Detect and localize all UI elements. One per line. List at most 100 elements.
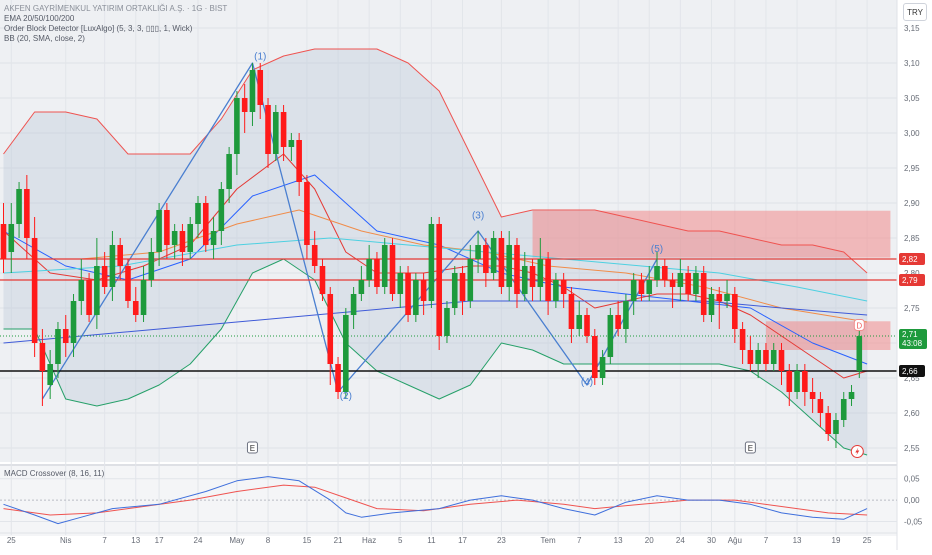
candle-body [8,224,15,252]
candle-body [210,231,217,245]
candle-body [732,294,738,329]
time-tick-label: Nis [60,536,72,545]
candle-body [537,259,544,287]
candle-body [47,364,53,385]
candle-body [623,301,629,329]
candle [428,217,435,308]
price-tick-label: 2,55 [904,444,920,453]
indicator-bb[interactable]: BB (20, SMA, close, 2) [4,34,227,44]
candle-body [506,245,512,287]
time-tick-label: 21 [334,536,343,545]
candle-body [467,259,474,301]
candle-body [825,413,831,434]
candle [413,273,419,322]
indicator-macd[interactable]: MACD Crossover (8, 16, 11) [4,469,104,478]
time-tick-label: 17 [458,536,467,545]
marker-label: E [250,444,255,453]
price-tick-label: 3,00 [904,129,920,138]
marker-e[interactable]: E [744,441,756,454]
candle [343,308,349,399]
candle-body [389,245,396,294]
candle-body [576,315,583,329]
candle-body [78,280,85,301]
zigzag-label: (3) [472,210,484,221]
marker-label: D [856,322,862,331]
candle [451,266,458,315]
countdown-text: 43:08 [902,339,923,348]
candle-body [280,112,287,147]
candle-body [125,266,131,301]
candle-body [148,252,155,280]
candle-body [817,399,824,413]
candle [856,329,863,378]
time-tick-label: 20 [645,536,654,545]
candle-body [202,203,209,245]
candle-body [296,140,302,182]
time-tick-label: 17 [155,536,164,545]
candle-body [335,364,341,392]
candle-body [397,273,404,294]
candle-body [405,273,411,315]
candle-body [39,343,46,371]
candle-body [101,266,108,287]
candle-body [31,238,38,343]
price-tick-label: 2,85 [904,234,920,243]
candle [498,231,505,294]
candle-body [459,273,466,301]
time-tick-label: 15 [302,536,311,545]
price-tick-label: 2,90 [904,199,920,208]
macd-tick-label: -0,05 [904,517,923,526]
candle-body [304,182,310,245]
time-tick-label: Tem [541,536,556,545]
candle-body [786,371,793,392]
candle-body [568,294,575,329]
candle-body [381,245,388,287]
candle-body [809,392,816,399]
time-tick-label: 11 [427,536,436,545]
candle-body [677,273,684,287]
candle-body [420,280,427,301]
price-label-text: 2,66 [902,367,918,376]
time-tick-label: 30 [707,536,716,545]
candle-body [514,245,520,294]
time-tick-label: 7 [577,536,582,545]
candle [273,105,279,161]
candle-body [724,294,730,301]
time-tick-label: 23 [497,536,506,545]
candle [607,308,614,364]
candle-body [241,98,248,112]
candle-body [234,98,240,154]
candle-body [218,189,225,231]
zigzag-label: (1) [254,52,266,63]
price-chart[interactable]: (1) (2) (3) (4) (5) E E D 3,15 3,10 3,05 3,00 2,95 2,… [0,0,932,550]
macd-tick-label: 0,05 [904,475,920,484]
candle-body [249,70,256,112]
candle-body [475,245,481,259]
candle-body [265,105,271,154]
candle-body [584,315,590,336]
candle-body [739,329,746,350]
time-tick-label: 8 [266,536,271,545]
candle-body [833,420,839,434]
price-label-text: 2,79 [902,276,918,285]
marker-e[interactable]: E [246,441,258,454]
candle-body [794,371,800,392]
symbol-title: AKFEN GAYRİMENKUL YATIRIM ORTAKLIĞI A.Ş.… [4,4,228,13]
candle-body [156,210,162,252]
indicator-order-block[interactable]: Order Block Detector [LuxAlgo] (5, 3, 3,… [4,24,227,34]
marker-d[interactable]: D [853,319,865,331]
chart-canvas[interactable]: (1) (2) (3) (4) (5) E E D 3,15 3,10 3,05 3,00 2,95 2,… [0,0,932,550]
candle-body [638,280,645,294]
currency-button[interactable]: TRY [903,3,927,21]
candle-body [343,315,349,392]
candle-body [708,294,715,315]
candle-body [685,273,691,294]
candle-body [545,259,551,301]
price-tick-label: 3,05 [904,94,920,103]
candle-body [669,280,676,287]
candle-body [483,245,489,273]
candle-body [498,238,505,287]
candle [86,273,92,322]
indicator-ema[interactable]: EMA 20/50/100/200 [4,14,227,24]
candle [436,217,442,350]
